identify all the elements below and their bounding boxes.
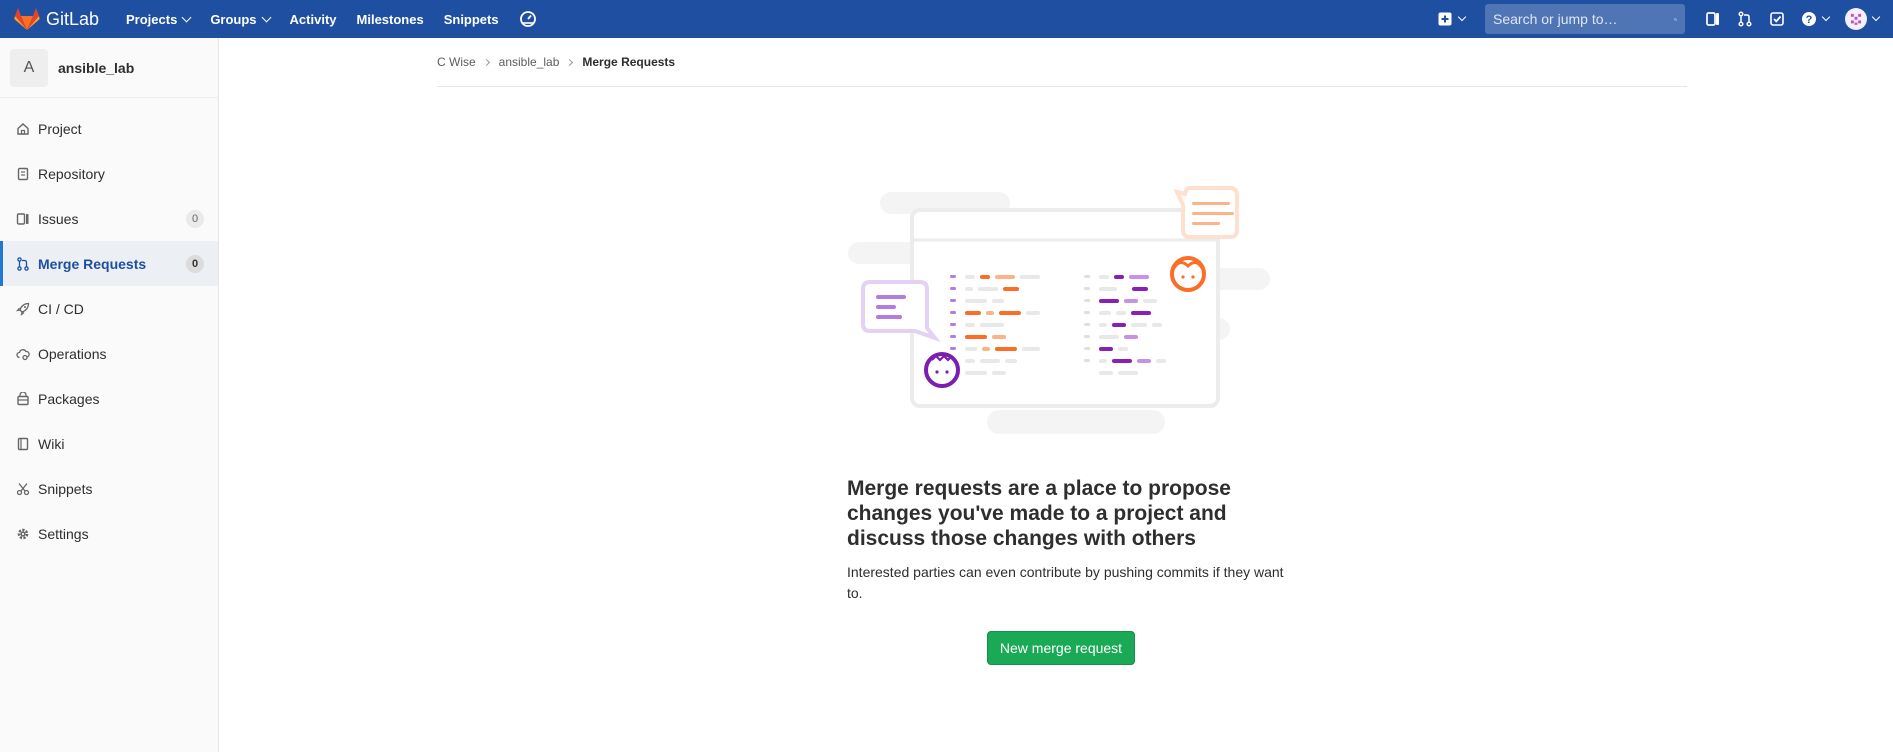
sidebar-item-label: Operations [38,345,107,362]
rocket-icon [16,302,30,316]
chevron-down-icon [1871,12,1881,22]
nav-groups[interactable]: Groups [200,0,279,38]
sidebar-item-label: Wiki [38,435,65,452]
merge-requests-count-badge: 0 [186,255,204,273]
search-icon [1674,17,1677,21]
sidebar-item-label: Snippets [38,480,93,497]
user-avatar-icon [1845,8,1867,30]
chevron-right-icon [566,58,574,66]
sidebar-item-wiki[interactable]: Wiki [0,421,218,466]
repository-icon [16,167,30,181]
performance-bar-icon [519,11,536,27]
nav-activity[interactable]: Activity [280,0,347,38]
project-sidebar: A ansible_lab Project Repository Issues … [0,38,219,752]
nav-snippets[interactable]: Snippets [434,0,509,38]
issues-count-badge: 0 [186,210,204,228]
sidebar-project-header[interactable]: A ansible_lab [0,38,218,98]
search-box[interactable] [1485,4,1685,34]
svg-text:?: ? [1806,14,1813,26]
nav-milestones[interactable]: Milestones [347,0,434,38]
search-input[interactable] [1493,11,1674,27]
top-navbar: GitLab Projects Groups Activity Mileston… [0,0,1893,38]
book-icon [16,437,30,451]
sidebar-item-label: Issues [38,210,79,227]
empty-state-description: Interested parties can even contribute b… [847,564,1284,601]
chevron-down-icon [181,12,192,22]
chevron-down-icon [261,12,271,22]
orange-speech-bubble [1173,186,1239,239]
package-icon [16,391,30,406]
sidebar-item-packages[interactable]: Packages [0,376,218,421]
merge-request-icon [16,256,30,271]
chevron-right-icon [482,58,490,66]
breadcrumb-current[interactable]: Merge Requests [582,55,675,69]
sidebar-item-label: Packages [38,390,100,407]
issues-nav-button[interactable] [1697,0,1729,38]
nav-projects[interactable]: Projects [116,0,200,38]
user-menu-dropdown[interactable] [1837,0,1893,38]
sidebar-item-label: Settings [38,525,89,542]
sidebar-item-project[interactable]: Project [0,106,218,151]
breadcrumb-link-project[interactable]: ansible_lab [499,55,560,69]
purple-speech-bubble [861,280,941,343]
issues-icon [1706,12,1719,26]
new-item-dropdown[interactable] [1429,0,1473,38]
merge-requests-nav-button[interactable] [1729,0,1761,38]
plus-square-icon [1438,12,1452,26]
sidebar-item-issues[interactable]: Issues 0 [0,196,218,241]
todos-nav-button[interactable] [1761,0,1793,38]
project-name: ansible_lab [58,59,135,76]
gear-icon [16,527,30,541]
sidebar-item-repository[interactable]: Repository [0,151,218,196]
orange-face-icon [1170,256,1206,292]
breadcrumb: C Wise ansible_lab Merge Requests [437,38,1687,87]
issues-icon [16,212,30,226]
new-merge-request-button[interactable]: New merge request [987,631,1135,665]
sidebar-item-ci-cd[interactable]: CI / CD [0,286,218,331]
gitlab-home-link[interactable]: GitLab [0,0,116,38]
sidebar-item-snippets[interactable]: Snippets [0,466,218,511]
sidebar-item-label: CI / CD [38,300,84,317]
sidebar-item-label: Project [38,120,82,137]
purple-face-icon [924,352,960,388]
home-icon [16,122,30,136]
help-dropdown[interactable]: ? [1793,0,1837,38]
chevron-down-icon [1821,12,1831,22]
brand-name: GitLab [46,8,100,29]
performance-bar-button[interactable] [509,0,547,38]
cloud-gear-icon [16,347,30,361]
merge-request-icon [1738,11,1752,27]
sidebar-item-settings[interactable]: Settings [0,511,218,556]
sidebar-item-label: Repository [38,165,105,182]
scissors-icon [16,482,30,496]
sidebar-item-operations[interactable]: Operations [0,331,218,376]
breadcrumb-link-namespace[interactable]: C Wise [437,55,476,69]
help-icon: ? [1802,12,1816,26]
todo-icon [1770,12,1784,26]
merge-requests-empty-illustration [848,186,1270,434]
project-avatar: A [10,48,48,87]
empty-state-title: Merge requests are a place to propose ch… [847,477,1231,550]
chevron-down-icon [1457,12,1467,22]
gitlab-logo-icon [14,8,40,30]
sidebar-item-label: Merge Requests [38,255,147,272]
sidebar-item-merge-requests[interactable]: Merge Requests 0 [0,241,218,286]
